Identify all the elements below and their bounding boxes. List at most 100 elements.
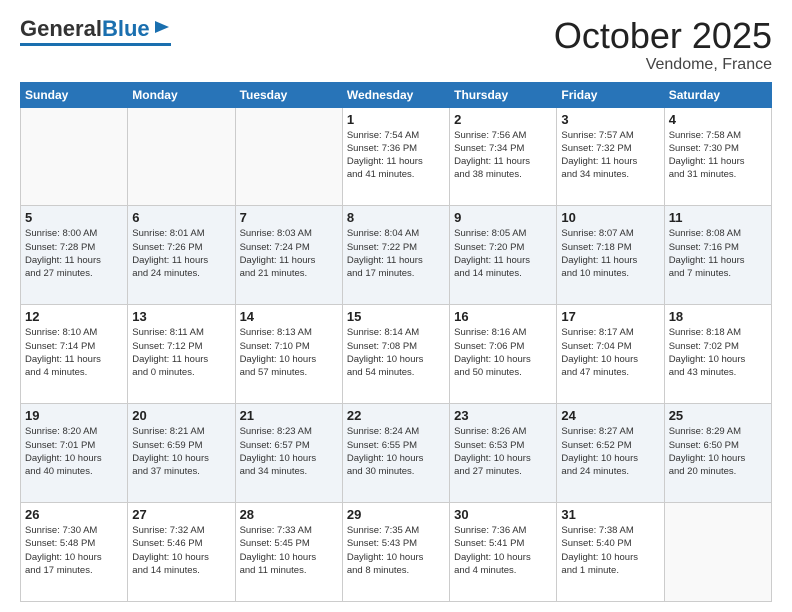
table-row: 17Sunrise: 8:17 AM Sunset: 7:04 PM Dayli… xyxy=(557,305,664,404)
header-friday: Friday xyxy=(557,82,664,107)
logo: General Blue xyxy=(20,16,171,46)
day-number: 12 xyxy=(25,309,123,324)
day-info: Sunrise: 7:58 AM Sunset: 7:30 PM Dayligh… xyxy=(669,129,767,182)
day-info: Sunrise: 7:54 AM Sunset: 7:36 PM Dayligh… xyxy=(347,129,445,182)
table-row: 13 Sunrise: 8:11 AM Sunset: 7:12 PM Dayli… xyxy=(128,305,235,404)
table-row xyxy=(128,107,235,206)
header-monday: Monday xyxy=(128,82,235,107)
day-info: Sunrise: 8:23 AM Sunset: 6:57 PM Dayligh… xyxy=(240,425,338,478)
day-info: Sunrise: 7:30 AM Sunset: 5:48 PM Dayligh… xyxy=(25,524,123,577)
day-info: Sunrise: 8:11 AM Sunset: 7:12 PM Dayligh… xyxy=(132,326,230,379)
table-row xyxy=(235,107,342,206)
day-number: 15 xyxy=(347,309,445,324)
day-number: 18 xyxy=(669,309,767,324)
day-number: 5 xyxy=(25,210,123,225)
table-row: 22 Sunrise: 8:24 AM Sunset: 6:55 PM Dayli… xyxy=(342,404,449,503)
month-title: October 2025 xyxy=(554,16,772,56)
table-row: 8Sunrise: 8:04 AM Sunset: 7:22 PM Daylig… xyxy=(342,206,449,305)
day-info: Sunrise: 8:05 AM Sunset: 7:20 PM Dayligh… xyxy=(454,227,552,280)
calendar-header-row: Sunday Monday Tuesday Wednesday Thursday… xyxy=(21,82,772,107)
table-row: 14Sunrise: 8:13 AM Sunset: 7:10 PM Dayli… xyxy=(235,305,342,404)
day-info: Sunrise: 8:14 AM Sunset: 7:08 PM Dayligh… xyxy=(347,326,445,379)
day-number: 11 xyxy=(669,210,767,225)
table-row: 2 Sunrise: 7:56 AM Sunset: 7:34 PM Daylig… xyxy=(450,107,557,206)
page: General Blue October 2025 Vendome, Franc… xyxy=(0,0,792,612)
day-number: 4 xyxy=(669,112,767,127)
day-number: 3 xyxy=(561,112,659,127)
day-info: Sunrise: 8:27 AM Sunset: 6:52 PM Dayligh… xyxy=(561,425,659,478)
day-info: Sunrise: 8:07 AM Sunset: 7:18 PM Dayligh… xyxy=(561,227,659,280)
day-info: Sunrise: 7:38 AM Sunset: 5:40 PM Dayligh… xyxy=(561,524,659,577)
table-row: 29 Sunrise: 7:35 AM Sunset: 5:43 PM Dayli… xyxy=(342,503,449,602)
day-number: 24 xyxy=(561,408,659,423)
calendar-table: Sunday Monday Tuesday Wednesday Thursday… xyxy=(20,82,772,602)
table-row: 18 Sunrise: 8:18 AM Sunset: 7:02 PM Dayli… xyxy=(664,305,771,404)
logo-underline xyxy=(20,43,171,46)
table-row xyxy=(664,503,771,602)
day-number: 26 xyxy=(25,507,123,522)
day-number: 23 xyxy=(454,408,552,423)
day-number: 29 xyxy=(347,507,445,522)
table-row: 20Sunrise: 8:21 AM Sunset: 6:59 PM Dayli… xyxy=(128,404,235,503)
header-tuesday: Tuesday xyxy=(235,82,342,107)
table-row: 7Sunrise: 8:03 AM Sunset: 7:24 PM Daylig… xyxy=(235,206,342,305)
day-number: 6 xyxy=(132,210,230,225)
day-info: Sunrise: 8:16 AM Sunset: 7:06 PM Dayligh… xyxy=(454,326,552,379)
day-number: 25 xyxy=(669,408,767,423)
day-number: 13 xyxy=(132,309,230,324)
title-section: October 2025 Vendome, France xyxy=(554,16,772,74)
day-info: Sunrise: 8:29 AM Sunset: 6:50 PM Dayligh… xyxy=(669,425,767,478)
day-info: Sunrise: 7:57 AM Sunset: 7:32 PM Dayligh… xyxy=(561,129,659,182)
logo-blue: Blue xyxy=(102,16,150,42)
logo-general: General xyxy=(20,16,102,42)
table-row: 10 Sunrise: 8:07 AM Sunset: 7:18 PM Dayli… xyxy=(557,206,664,305)
table-row: 1 Sunrise: 7:54 AM Sunset: 7:36 PM Daylig… xyxy=(342,107,449,206)
day-number: 27 xyxy=(132,507,230,522)
day-info: Sunrise: 8:01 AM Sunset: 7:26 PM Dayligh… xyxy=(132,227,230,280)
day-info: Sunrise: 8:26 AM Sunset: 6:53 PM Dayligh… xyxy=(454,425,552,478)
day-info: Sunrise: 8:24 AM Sunset: 6:55 PM Dayligh… xyxy=(347,425,445,478)
day-number: 20 xyxy=(132,408,230,423)
table-row: 15 Sunrise: 8:14 AM Sunset: 7:08 PM Dayli… xyxy=(342,305,449,404)
day-number: 21 xyxy=(240,408,338,423)
table-row: 3 Sunrise: 7:57 AM Sunset: 7:32 PM Daylig… xyxy=(557,107,664,206)
day-info: Sunrise: 8:00 AM Sunset: 7:28 PM Dayligh… xyxy=(25,227,123,280)
day-number: 31 xyxy=(561,507,659,522)
day-info: Sunrise: 8:18 AM Sunset: 7:02 PM Dayligh… xyxy=(669,326,767,379)
table-row: 6 Sunrise: 8:01 AM Sunset: 7:26 PM Daylig… xyxy=(128,206,235,305)
day-info: Sunrise: 8:20 AM Sunset: 7:01 PM Dayligh… xyxy=(25,425,123,478)
day-number: 17 xyxy=(561,309,659,324)
day-info: Sunrise: 7:35 AM Sunset: 5:43 PM Dayligh… xyxy=(347,524,445,577)
table-row: 16Sunrise: 8:16 AM Sunset: 7:06 PM Dayli… xyxy=(450,305,557,404)
header-thursday: Thursday xyxy=(450,82,557,107)
table-row: 11 Sunrise: 8:08 AM Sunset: 7:16 PM Dayli… xyxy=(664,206,771,305)
day-info: Sunrise: 7:56 AM Sunset: 7:34 PM Dayligh… xyxy=(454,129,552,182)
day-number: 28 xyxy=(240,507,338,522)
header-sunday: Sunday xyxy=(21,82,128,107)
day-number: 19 xyxy=(25,408,123,423)
day-info: Sunrise: 7:36 AM Sunset: 5:41 PM Dayligh… xyxy=(454,524,552,577)
day-number: 1 xyxy=(347,112,445,127)
table-row: 5 Sunrise: 8:00 AM Sunset: 7:28 PM Daylig… xyxy=(21,206,128,305)
day-info: Sunrise: 7:33 AM Sunset: 5:45 PM Dayligh… xyxy=(240,524,338,577)
day-number: 14 xyxy=(240,309,338,324)
table-row: 12Sunrise: 8:10 AM Sunset: 7:14 PM Dayli… xyxy=(21,305,128,404)
day-number: 22 xyxy=(347,408,445,423)
day-info: Sunrise: 8:04 AM Sunset: 7:22 PM Dayligh… xyxy=(347,227,445,280)
header-wednesday: Wednesday xyxy=(342,82,449,107)
table-row: 24 Sunrise: 8:27 AM Sunset: 6:52 PM Dayli… xyxy=(557,404,664,503)
day-info: Sunrise: 8:08 AM Sunset: 7:16 PM Dayligh… xyxy=(669,227,767,280)
day-number: 2 xyxy=(454,112,552,127)
table-row: 25 Sunrise: 8:29 AM Sunset: 6:50 PM Dayli… xyxy=(664,404,771,503)
day-number: 30 xyxy=(454,507,552,522)
table-row: 23 Sunrise: 8:26 AM Sunset: 6:53 PM Dayli… xyxy=(450,404,557,503)
table-row: 28 Sunrise: 7:33 AM Sunset: 5:45 PM Dayli… xyxy=(235,503,342,602)
header-saturday: Saturday xyxy=(664,82,771,107)
day-number: 10 xyxy=(561,210,659,225)
table-row: 9Sunrise: 8:05 AM Sunset: 7:20 PM Daylig… xyxy=(450,206,557,305)
table-row: 19 Sunrise: 8:20 AM Sunset: 7:01 PM Dayli… xyxy=(21,404,128,503)
table-row xyxy=(21,107,128,206)
day-info: Sunrise: 7:32 AM Sunset: 5:46 PM Dayligh… xyxy=(132,524,230,577)
table-row: 31 Sunrise: 7:38 AM Sunset: 5:40 PM Dayli… xyxy=(557,503,664,602)
header: General Blue October 2025 Vendome, Franc… xyxy=(20,16,772,74)
